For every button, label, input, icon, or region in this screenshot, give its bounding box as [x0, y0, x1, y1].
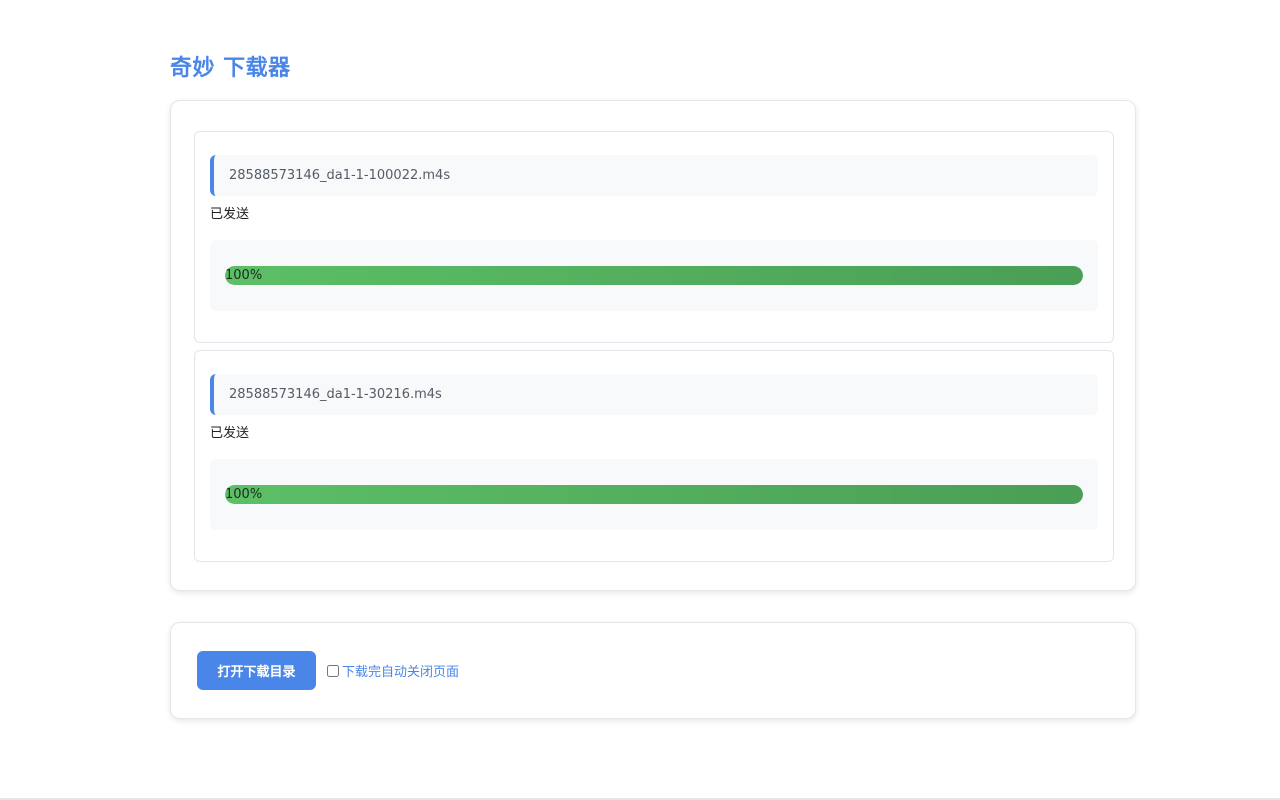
download-item: 28588573146_da1-1-30216.m4s 已发送 100% [194, 350, 1114, 562]
actions-card: 打开下载目录 下载完自动关闭页面 [170, 622, 1136, 719]
auto-close-checkbox[interactable] [327, 664, 339, 677]
open-download-dir-button[interactable]: 打开下载目录 [197, 651, 316, 690]
progress-bar: 100% [225, 485, 1083, 504]
progress-label: 100% [225, 487, 263, 502]
download-filename: 28588573146_da1-1-100022.m4s [210, 155, 1098, 196]
download-status: 已发送 [210, 207, 250, 222]
app-title: 奇妙 下载器 [170, 56, 291, 81]
progress-container: 100% [210, 459, 1098, 530]
download-status: 已发送 [210, 426, 250, 441]
downloads-card: 28588573146_da1-1-100022.m4s 已发送 100% 28… [170, 100, 1136, 591]
auto-close-label: 下载完自动关闭页面 [342, 665, 460, 680]
progress-fill [225, 266, 1083, 285]
progress-label: 100% [225, 268, 263, 283]
auto-close-option[interactable]: 下载完自动关闭页面 [327, 661, 459, 680]
page: 奇妙 下载器 28588573146_da1-1-100022.m4s 已发送 … [0, 0, 1280, 800]
progress-container: 100% [210, 240, 1098, 311]
progress-fill [225, 485, 1083, 504]
progress-bar: 100% [225, 266, 1083, 285]
download-item: 28588573146_da1-1-100022.m4s 已发送 100% [194, 131, 1114, 343]
download-filename: 28588573146_da1-1-30216.m4s [210, 374, 1098, 415]
